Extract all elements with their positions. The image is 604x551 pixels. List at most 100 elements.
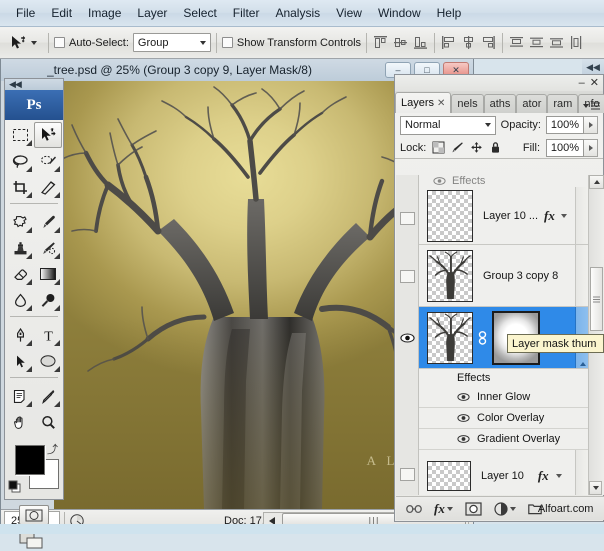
tool-pen[interactable] [6, 322, 34, 348]
eye-icon[interactable] [400, 332, 415, 344]
tab-close-icon[interactable]: ✕ [437, 98, 445, 109]
tab-channels[interactable]: nels [451, 94, 483, 113]
lock-all-icon[interactable] [489, 141, 502, 154]
quick-mask-button[interactable] [19, 505, 49, 525]
menu-item-edit[interactable]: Edit [43, 3, 80, 23]
fill-slider-button[interactable] [584, 139, 598, 157]
panel-menu-button[interactable] [583, 101, 601, 111]
align-left-edges-icon[interactable] [440, 34, 457, 51]
tool-hand[interactable] [6, 409, 34, 435]
tool-slice[interactable] [34, 174, 62, 200]
tool-ellipse-shape[interactable] [34, 348, 62, 374]
menu-item-window[interactable]: Window [370, 3, 429, 23]
dock-collapse-handle[interactable]: ◀◀ [582, 59, 604, 75]
foreground-color-swatch[interactable] [15, 445, 45, 475]
distribute-vertical-centers-icon[interactable] [528, 34, 545, 51]
scroll-down-button[interactable] [589, 481, 602, 495]
tool-quick-selection[interactable] [34, 148, 62, 174]
tab-navigator[interactable]: ator [516, 94, 547, 113]
tool-gradient[interactable] [34, 261, 62, 287]
lock-transparent-pixels-icon[interactable] [432, 141, 445, 154]
new-group-button[interactable]: Alfoart.com [528, 503, 594, 515]
fill-field[interactable]: 100% [546, 139, 584, 157]
tab-layers[interactable]: Layers ✕ [395, 92, 451, 113]
tool-type[interactable]: T [34, 322, 62, 348]
layer-style-button[interactable]: fx [434, 501, 453, 517]
menu-item-view[interactable]: View [328, 3, 370, 23]
panel-title-bar[interactable]: – ✕ [395, 75, 603, 91]
distribute-left-edges-icon[interactable] [568, 34, 585, 51]
panel-close-icon[interactable]: ✕ [590, 78, 599, 89]
layer-row-layer10-top[interactable]: Layer 10 ... fx [419, 187, 589, 245]
effect-row-gradient-overlay[interactable]: Gradient Overlay [419, 429, 589, 450]
menu-item-help[interactable]: Help [429, 3, 470, 23]
tool-lasso[interactable] [6, 148, 34, 174]
new-adjustment-layer-button[interactable] [494, 502, 516, 516]
menu-item-analysis[interactable]: Analysis [267, 3, 328, 23]
eye-icon[interactable] [457, 413, 470, 423]
layer-row-scroll[interactable] [575, 245, 589, 306]
auto-select-target-dropdown[interactable]: Group [133, 33, 211, 52]
menu-item-filter[interactable]: Filter [225, 3, 268, 23]
tool-eyedropper[interactable] [34, 383, 62, 409]
menu-item-image[interactable]: Image [80, 3, 129, 23]
eye-icon[interactable] [457, 434, 470, 444]
default-colors-icon[interactable] [8, 480, 22, 497]
tool-crop[interactable] [6, 174, 34, 200]
screen-mode-icon[interactable] [19, 531, 49, 551]
layer-effects-fx-icon[interactable]: fx [544, 208, 555, 224]
tool-marquee[interactable] [6, 122, 34, 148]
visibility-toggle-group3copy8[interactable] [396, 245, 418, 307]
expand-effects-chevron-icon[interactable] [556, 474, 562, 478]
blend-mode-dropdown[interactable]: Normal [400, 116, 496, 135]
scroll-up-button[interactable] [589, 175, 604, 189]
scroll-up-arrow-icon[interactable] [580, 362, 586, 366]
align-right-edges-icon[interactable] [480, 34, 497, 51]
tab-histogram[interactable]: ram [547, 94, 578, 113]
visibility-empty-box[interactable] [400, 212, 415, 225]
tool-zoom[interactable] [34, 409, 62, 435]
toolbox-grip[interactable]: ◀◀ [5, 79, 63, 90]
layer-thumbnail[interactable] [427, 190, 473, 242]
tool-clone-stamp[interactable] [6, 235, 34, 261]
tool-dodge[interactable] [34, 287, 62, 313]
opacity-slider-button[interactable] [584, 116, 598, 134]
align-horizontal-centers-icon[interactable] [460, 34, 477, 51]
tool-path-selection[interactable] [6, 348, 34, 374]
visibility-toggle-layer10-bottom[interactable] [396, 443, 418, 495]
layer-thumbnail[interactable] [427, 250, 473, 302]
tool-history-brush[interactable] [34, 235, 62, 261]
opacity-field[interactable]: 100% [546, 116, 584, 134]
tool-blur[interactable] [6, 287, 34, 313]
lock-image-pixels-icon[interactable] [451, 141, 464, 154]
link-layers-icon[interactable] [406, 503, 422, 515]
tool-healing-brush[interactable] [6, 209, 34, 235]
layer-row-scroll[interactable] [575, 450, 589, 495]
scrollbar-thumb[interactable] [590, 267, 603, 331]
auto-select-checkbox[interactable] [54, 37, 65, 48]
layer-thumbnail[interactable] [427, 312, 473, 364]
panel-minimize-icon[interactable]: – [579, 78, 585, 89]
distribute-top-edges-icon[interactable] [508, 34, 525, 51]
distribute-bottom-edges-icon[interactable] [548, 34, 565, 51]
layer-thumbnail[interactable] [427, 461, 471, 491]
tool-eraser[interactable] [6, 261, 34, 287]
link-mask-icon[interactable] [478, 331, 487, 345]
show-transform-controls-checkbox[interactable] [222, 37, 233, 48]
tool-preset-picker[interactable] [0, 34, 43, 52]
eye-icon[interactable] [457, 392, 470, 402]
visibility-empty-box[interactable] [400, 270, 415, 283]
menu-item-file[interactable]: File [8, 3, 43, 23]
visibility-toggle-selected[interactable] [396, 307, 418, 369]
tool-notes[interactable] [6, 383, 34, 409]
swap-colors-icon[interactable]: ⤴ [47, 441, 58, 457]
effect-row-inner-glow[interactable]: Inner Glow [419, 387, 589, 408]
effect-row-color-overlay[interactable]: Color Overlay [419, 408, 589, 429]
eye-icon[interactable] [433, 176, 446, 186]
lock-position-icon[interactable] [470, 141, 483, 154]
layer-row-group3copy8[interactable]: Group 3 copy 8 [419, 245, 589, 307]
tool-brush[interactable] [34, 209, 62, 235]
align-bottom-edges-icon[interactable] [412, 34, 429, 51]
tab-paths[interactable]: aths [484, 94, 517, 113]
menu-item-layer[interactable]: Layer [129, 3, 175, 23]
